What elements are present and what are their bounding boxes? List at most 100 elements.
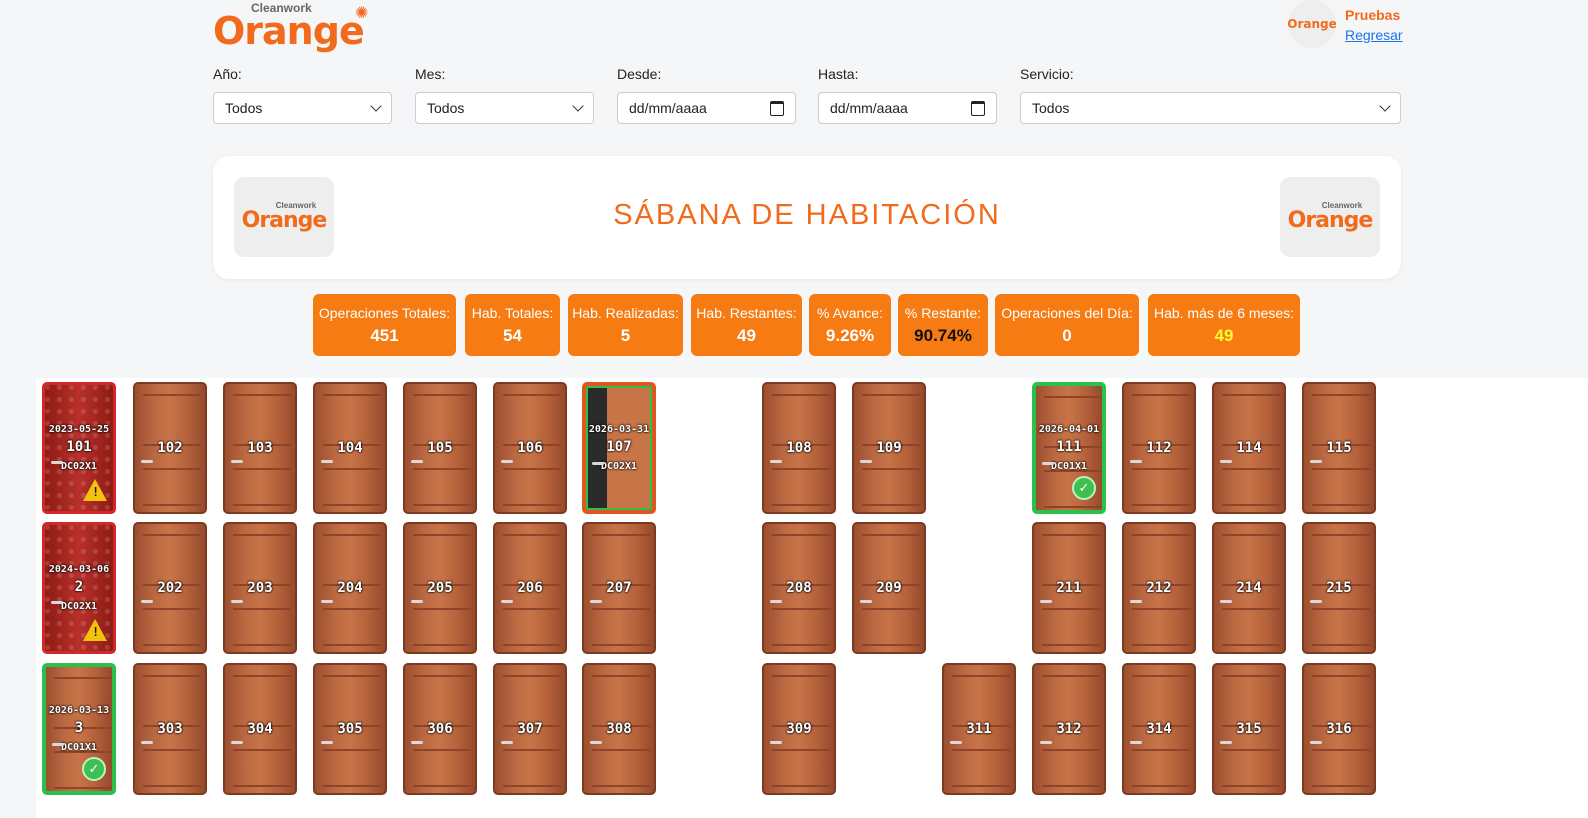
chevron-down-icon bbox=[1379, 100, 1391, 112]
room-door-105[interactable]: 105 bbox=[403, 382, 477, 514]
filter-service-label: Servicio: bbox=[1020, 66, 1074, 82]
room-door-109[interactable]: 109 bbox=[852, 382, 926, 514]
room-door-112[interactable]: 112 bbox=[1122, 382, 1196, 514]
room-door-307[interactable]: 307 bbox=[493, 663, 567, 795]
room-number: 215 bbox=[1326, 580, 1352, 596]
door-handle-icon bbox=[1310, 460, 1322, 463]
door-handle-icon bbox=[501, 600, 513, 603]
room-door-315[interactable]: 315 bbox=[1212, 663, 1286, 795]
room-door-3[interactable]: 2026-03-13 3 DC01X1 ✓ bbox=[42, 663, 116, 795]
door-handle-icon bbox=[52, 743, 64, 746]
door-handle-icon bbox=[1130, 460, 1142, 463]
room-number: 316 bbox=[1326, 721, 1352, 737]
to-date-input[interactable]: dd/mm/aaaa bbox=[818, 92, 997, 124]
warning-icon bbox=[83, 479, 107, 501]
stat-day-operations: Operaciones del Día: 0 bbox=[995, 294, 1139, 356]
room-door-304[interactable]: 304 bbox=[223, 663, 297, 795]
room-number: 108 bbox=[786, 440, 812, 456]
door-handle-icon bbox=[950, 741, 962, 744]
year-select[interactable]: Todos bbox=[213, 92, 392, 124]
room-door-215[interactable]: 215 bbox=[1302, 522, 1376, 654]
room-door-111[interactable]: 2026-04-01 111 DC01X1 ✓ bbox=[1032, 382, 1106, 514]
room-door-212[interactable]: 212 bbox=[1122, 522, 1196, 654]
room-door-108[interactable]: 108 bbox=[762, 382, 836, 514]
door-handle-icon bbox=[321, 741, 333, 744]
room-door-114[interactable]: 114 bbox=[1212, 382, 1286, 514]
room-number: 106 bbox=[517, 440, 543, 456]
room-number: 205 bbox=[427, 580, 453, 596]
warning-icon bbox=[83, 619, 107, 641]
room-door-104[interactable]: 104 bbox=[313, 382, 387, 514]
room-door-206[interactable]: 206 bbox=[493, 522, 567, 654]
door-handle-icon bbox=[411, 460, 423, 463]
room-door-2[interactable]: 2024-03-06 2 DC02X1 bbox=[42, 522, 116, 654]
room-door-211[interactable]: 211 bbox=[1032, 522, 1106, 654]
door-handle-icon bbox=[141, 741, 153, 744]
door-handle-icon bbox=[501, 460, 513, 463]
room-door-316[interactable]: 316 bbox=[1302, 663, 1376, 795]
stat-value: 90.74% bbox=[914, 326, 972, 345]
stat-total-rooms: Hab. Totales: 54 bbox=[465, 294, 560, 356]
room-door-209[interactable]: 209 bbox=[852, 522, 926, 654]
calendar-icon[interactable] bbox=[971, 100, 985, 116]
room-number: 203 bbox=[247, 580, 273, 596]
room-door-205[interactable]: 205 bbox=[403, 522, 477, 654]
room-number: 315 bbox=[1236, 721, 1262, 737]
filter-year-label: Año: bbox=[213, 66, 242, 82]
door-handle-icon bbox=[1220, 600, 1232, 603]
room-number: 211 bbox=[1056, 580, 1082, 596]
room-door-311[interactable]: 311 bbox=[942, 663, 1016, 795]
room-number: 2 bbox=[74, 579, 84, 595]
door-handle-icon bbox=[860, 600, 872, 603]
room-door-103[interactable]: 103 bbox=[223, 382, 297, 514]
room-code: DC02X1 bbox=[60, 461, 98, 472]
room-number: 209 bbox=[876, 580, 902, 596]
room-door-306[interactable]: 306 bbox=[403, 663, 477, 795]
back-link[interactable]: Regresar bbox=[1345, 27, 1403, 43]
room-number: 309 bbox=[786, 721, 812, 737]
room-door-203[interactable]: 203 bbox=[223, 522, 297, 654]
door-handle-icon bbox=[51, 601, 63, 604]
room-number: 202 bbox=[157, 580, 183, 596]
door-handle-icon bbox=[592, 462, 604, 465]
filter-month-label: Mes: bbox=[415, 66, 446, 82]
calendar-icon[interactable] bbox=[770, 100, 784, 116]
door-handle-icon bbox=[1310, 741, 1322, 744]
room-door-106[interactable]: 106 bbox=[493, 382, 567, 514]
room-door-312[interactable]: 312 bbox=[1032, 663, 1106, 795]
room-door-309[interactable]: 309 bbox=[762, 663, 836, 795]
stat-value: 9.26% bbox=[825, 326, 875, 345]
room-door-107[interactable]: 2026-03-31 107 DC02X1 bbox=[582, 382, 656, 514]
stat-label: Operaciones Totales: bbox=[318, 305, 451, 321]
room-date: 2023-05-25 bbox=[48, 424, 110, 435]
room-door-202[interactable]: 202 bbox=[133, 522, 207, 654]
service-select[interactable]: Todos bbox=[1020, 92, 1401, 124]
room-number: 303 bbox=[157, 721, 183, 737]
room-door-115[interactable]: 115 bbox=[1302, 382, 1376, 514]
room-door-303[interactable]: 303 bbox=[133, 663, 207, 795]
room-grid: 2023-05-25 101 DC02X1 102 103 104 105 106 2026-0… bbox=[36, 378, 1588, 818]
room-door-207[interactable]: 207 bbox=[582, 522, 656, 654]
room-door-214[interactable]: 214 bbox=[1212, 522, 1286, 654]
room-number: 3 bbox=[74, 720, 84, 736]
room-code: DC02X1 bbox=[600, 461, 638, 472]
month-select[interactable]: Todos bbox=[415, 92, 594, 124]
room-date: 2026-04-01 bbox=[1038, 424, 1100, 435]
room-door-204[interactable]: 204 bbox=[313, 522, 387, 654]
room-door-305[interactable]: 305 bbox=[313, 663, 387, 795]
room-door-102[interactable]: 102 bbox=[133, 382, 207, 514]
room-door-314[interactable]: 314 bbox=[1122, 663, 1196, 795]
room-door-208[interactable]: 208 bbox=[762, 522, 836, 654]
room-number: 207 bbox=[606, 580, 632, 596]
door-handle-icon bbox=[231, 460, 243, 463]
door-handle-icon bbox=[1310, 600, 1322, 603]
room-number: 212 bbox=[1146, 580, 1172, 596]
door-handle-icon bbox=[321, 460, 333, 463]
room-door-101[interactable]: 2023-05-25 101 DC02X1 bbox=[42, 382, 116, 514]
door-handle-icon bbox=[1040, 600, 1052, 603]
from-date-input[interactable]: dd/mm/aaaa bbox=[617, 92, 796, 124]
stat-value: 49 bbox=[1214, 326, 1234, 345]
filter-to-label: Hasta: bbox=[818, 66, 859, 82]
room-door-308[interactable]: 308 bbox=[582, 663, 656, 795]
avatar: Orange bbox=[1287, 0, 1337, 48]
